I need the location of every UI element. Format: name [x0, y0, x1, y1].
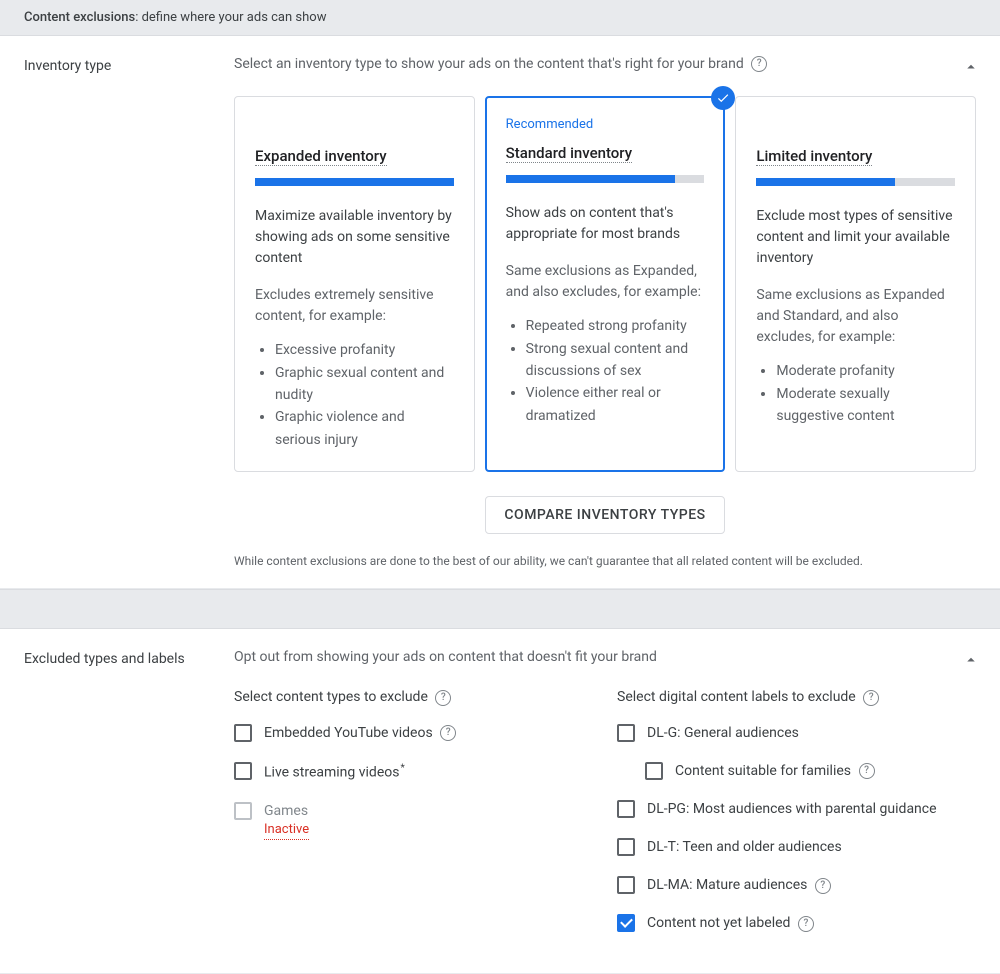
card-title: Expanded inventory — [255, 147, 387, 166]
checkbox-row-games: Games Inactive — [234, 802, 593, 840]
page-header: Content exclusions: define where your ad… — [0, 0, 1000, 36]
checkbox-label: Content suitable for families — [675, 762, 875, 780]
checkbox[interactable] — [617, 800, 635, 818]
checkbox[interactable] — [617, 914, 635, 932]
excluded-section: Excluded types and labels Opt out from s… — [0, 629, 1000, 973]
help-icon[interactable] — [440, 725, 456, 741]
checkbox[interactable] — [234, 724, 252, 742]
checkbox-label: Embedded YouTube videos — [264, 724, 456, 742]
excluded-label: Excluded types and labels — [24, 649, 234, 952]
card-title: Limited inventory — [756, 147, 872, 166]
checkbox-row-dl-ma: DL-MA: Mature audiences — [617, 876, 976, 894]
checkbox-row-dl-pg: DL-PG: Most audiences with parental guid… — [617, 800, 976, 818]
card-limited[interactable]: Limited inventory Exclude most types of … — [735, 96, 976, 472]
bar — [255, 178, 454, 186]
disclaimer: While content exclusions are done to the… — [234, 554, 976, 568]
checkbox-row-families: Content suitable for families — [645, 762, 976, 780]
card-excludes-intro: Excludes extremely sensitive content, fo… — [255, 285, 454, 327]
help-icon[interactable] — [863, 690, 879, 706]
help-icon[interactable] — [435, 690, 451, 706]
checkbox-row-embedded-youtube: Embedded YouTube videos — [234, 724, 593, 742]
bar — [756, 178, 955, 186]
card-standard[interactable]: Recommended Standard inventory Show ads … — [485, 96, 726, 472]
checkbox-label: DL-T: Teen and older audiences — [647, 838, 842, 856]
excluded-description: Opt out from showing your ads on content… — [234, 649, 976, 665]
header-title: Content exclusions — [24, 10, 135, 25]
inventory-section: Inventory type Select an inventory type … — [0, 36, 1000, 589]
checkbox[interactable] — [234, 762, 252, 780]
checkbox-row-not-labeled: Content not yet labeled — [617, 914, 976, 932]
content-labels-column: Select digital content labels to exclude… — [617, 689, 976, 952]
help-icon[interactable] — [751, 56, 767, 72]
inventory-label: Inventory type — [24, 56, 234, 568]
checkbox[interactable] — [617, 724, 635, 742]
checkbox-row-dl-g: DL-G: General audiences — [617, 724, 976, 742]
inactive-link[interactable]: Inactive — [264, 822, 309, 840]
check-badge-icon — [711, 86, 735, 110]
help-icon[interactable] — [815, 878, 831, 894]
card-bullets: Excessive profanity Graphic sexual conte… — [255, 339, 454, 451]
checkbox-label: Games Inactive — [264, 802, 309, 840]
card-title: Standard inventory — [506, 144, 632, 163]
card-summary: Maximize available inventory by showing … — [255, 206, 454, 269]
checkbox-label: DL-MA: Mature audiences — [647, 876, 831, 894]
recommended-tag: Recommended — [506, 117, 705, 132]
card-excludes-intro: Same exclusions as Expanded, and also ex… — [506, 261, 705, 303]
card-summary: Exclude most types of sensitive content … — [756, 206, 955, 269]
collapse-icon[interactable] — [962, 58, 980, 80]
bar — [506, 175, 705, 183]
section-divider — [0, 589, 1000, 629]
checkbox-row-live-streaming: Live streaming videos* — [234, 762, 593, 782]
help-icon[interactable] — [798, 916, 814, 932]
checkbox[interactable] — [617, 876, 635, 894]
checkbox-label: DL-PG: Most audiences with parental guid… — [647, 800, 937, 818]
help-icon[interactable] — [859, 763, 875, 779]
inventory-description: Select an inventory type to show your ad… — [234, 56, 976, 72]
labels-heading: Select digital content labels to exclude — [617, 689, 976, 705]
card-bullets: Moderate profanity Moderate sexually sug… — [756, 360, 955, 427]
checkbox — [234, 802, 252, 820]
card-expanded[interactable]: Expanded inventory Maximize available in… — [234, 96, 475, 472]
checkbox[interactable] — [645, 762, 663, 780]
checkbox-row-dl-t: DL-T: Teen and older audiences — [617, 838, 976, 856]
header-subtitle: : define where your ads can show — [135, 10, 326, 25]
checkbox-label: Live streaming videos* — [264, 762, 405, 782]
card-summary: Show ads on content that's appropriate f… — [506, 203, 705, 245]
inventory-cards: Expanded inventory Maximize available in… — [234, 96, 976, 472]
checkbox[interactable] — [617, 838, 635, 856]
checkbox-label: DL-G: General audiences — [647, 724, 799, 742]
content-types-column: Select content types to exclude Embedded… — [234, 689, 593, 952]
card-bullets: Repeated strong profanity Strong sexual … — [506, 315, 705, 427]
checkbox-label: Content not yet labeled — [647, 914, 814, 932]
types-heading: Select content types to exclude — [234, 689, 593, 705]
compare-button[interactable]: COMPARE INVENTORY TYPES — [485, 496, 724, 534]
collapse-icon[interactable] — [962, 651, 980, 673]
card-excludes-intro: Same exclusions as Expanded and Standard… — [756, 285, 955, 348]
